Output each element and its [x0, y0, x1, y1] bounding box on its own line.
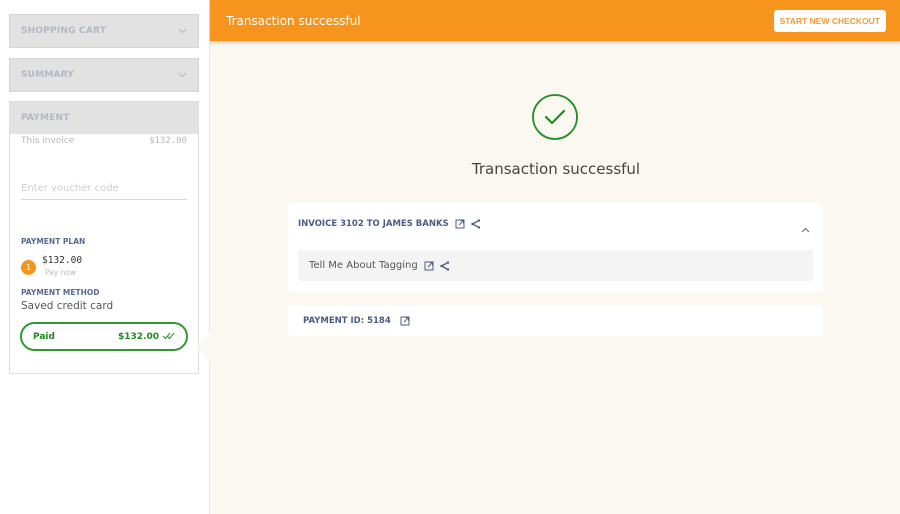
payment-id: PAYMENT ID: 5184 — [303, 316, 391, 326]
external-link-icon[interactable] — [400, 316, 410, 326]
list-item[interactable]: Tell Me About Tagging — [298, 250, 813, 281]
paid-amount: $132.00 — [118, 331, 159, 342]
accordion-title: PAYMENT — [21, 113, 70, 123]
paid-status-pill: Paid $132.00 — [20, 322, 188, 351]
accordion-header[interactable]: PAYMENT — [10, 102, 198, 134]
accordion-payment: PAYMENT This invoice $132.00 Enter vouch… — [9, 101, 199, 374]
paid-label: Paid — [33, 331, 55, 342]
plan-amount: $132.00 — [42, 255, 83, 266]
voucher-input[interactable]: Enter voucher code — [21, 180, 187, 200]
accordion-shopping-cart[interactable]: SHOPPING CART — [9, 14, 199, 48]
invoice-row: This invoice $132.00 — [10, 134, 198, 146]
invoice-label: This invoice — [21, 136, 75, 146]
sidebar: SHOPPING CART SUMMARY PAYMENT This invoi… — [0, 0, 210, 514]
share-icon[interactable] — [470, 219, 480, 229]
top-bar: Transaction successful START NEW CHECKOU… — [210, 0, 900, 41]
accordion-title: SHOPPING CART — [21, 26, 107, 36]
plan-subtitle: Pay now — [45, 268, 77, 277]
accordion-summary[interactable]: SUMMARY — [9, 58, 199, 92]
panel-pointer — [197, 331, 211, 363]
payment-method-label: PAYMENT METHOD — [21, 288, 100, 297]
chevron-up-icon[interactable] — [801, 218, 810, 237]
external-link-icon[interactable] — [424, 261, 434, 271]
payment-method-value: Saved credit card — [21, 300, 114, 312]
check-circle-icon — [532, 94, 578, 140]
double-check-icon — [162, 331, 175, 343]
item-title: Tell Me About Tagging — [309, 260, 418, 271]
success-title: Transaction successful — [471, 160, 641, 178]
invoice-amount: $132.00 — [149, 136, 187, 146]
payment-plan-item: 1 $132.00 Pay now — [21, 255, 187, 277]
step-badge: 1 — [21, 260, 36, 275]
share-icon[interactable] — [439, 260, 449, 271]
invoice-title: INVOICE 3102 TO JAMES BANKS — [298, 219, 449, 229]
payment-card: PAYMENT ID: 5184 — [288, 306, 823, 336]
payment-plan-label: PAYMENT PLAN — [21, 237, 86, 246]
topbar-title: Transaction successful — [226, 13, 361, 28]
chevron-down-icon[interactable] — [177, 70, 187, 80]
chevron-down-icon[interactable] — [177, 26, 187, 36]
external-link-icon[interactable] — [455, 219, 465, 229]
accordion-title: SUMMARY — [21, 70, 75, 80]
start-new-checkout-button[interactable]: START NEW CHECKOUT — [773, 9, 886, 32]
invoice-card: INVOICE 3102 TO JAMES BANKS Tell Me Abou… — [288, 203, 823, 292]
